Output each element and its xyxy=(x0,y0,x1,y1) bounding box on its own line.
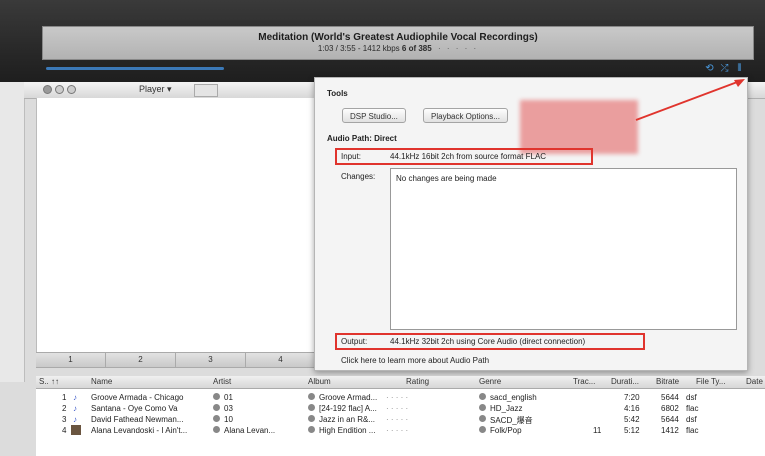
row-album: Groove Armad... xyxy=(319,393,378,402)
row-filetype: dsf xyxy=(686,415,697,424)
col-track[interactable]: Trac... xyxy=(573,377,595,386)
artist-icon xyxy=(213,404,220,411)
album-icon xyxy=(308,415,315,422)
col-date[interactable]: Date xyxy=(746,377,763,386)
table-row[interactable]: 2 ♪ Santana - Oye Como Va 03 [24-192 fla… xyxy=(36,403,765,414)
row-rating[interactable]: · · · · · xyxy=(386,415,408,424)
row-filetype: flac xyxy=(686,404,699,413)
row-genre: HD_Jazz xyxy=(490,404,523,413)
row-album: Jazz in an R&... xyxy=(319,415,376,424)
row-artist: Alana Levan... xyxy=(224,426,276,435)
music-note-icon: ♪ xyxy=(73,404,77,413)
row-duration: 5:42 xyxy=(624,415,640,424)
album-icon xyxy=(308,393,315,400)
row-name: Santana - Oye Como Va xyxy=(91,404,178,413)
genre-icon xyxy=(479,426,486,433)
row-bitrate: 5644 xyxy=(661,415,679,424)
tracks-table: S.. ↑↑ Name Artist Album Rating Genre Tr… xyxy=(36,376,765,456)
row-name: Alana Levandoski - I Ain't... xyxy=(91,426,188,435)
row-rating[interactable]: · · · · · xyxy=(386,393,408,402)
table-row[interactable]: 1 ♪ Groove Armada - Chicago 01 Groove Ar… xyxy=(36,392,765,403)
table-row[interactable]: 4 Alana Levandoski - I Ain't... Alana Le… xyxy=(36,425,765,436)
col-genre[interactable]: Genre xyxy=(479,377,501,386)
row-rating[interactable]: · · · · · xyxy=(386,426,408,435)
artist-icon xyxy=(213,393,220,400)
artist-icon xyxy=(213,415,220,422)
table-row[interactable]: 3 ♪ David Fathead Newman... 10 Jazz in a… xyxy=(36,414,765,425)
col-rating[interactable]: Rating xyxy=(406,377,429,386)
row-number: 2 xyxy=(62,404,67,413)
row-bitrate: 6802 xyxy=(661,404,679,413)
row-album: High Endition ... xyxy=(319,426,376,435)
col-artist[interactable]: Artist xyxy=(213,377,231,386)
row-number: 1 xyxy=(62,393,67,402)
row-bitrate: 5644 xyxy=(661,393,679,402)
row-filetype: flac xyxy=(686,426,699,435)
genre-icon xyxy=(479,415,486,422)
row-name: David Fathead Newman... xyxy=(91,415,184,424)
row-number: 3 xyxy=(62,415,67,424)
row-rating[interactable]: · · · · · xyxy=(386,404,408,413)
row-genre: sacd_english xyxy=(490,393,537,402)
row-bitrate: 1412 xyxy=(661,426,679,435)
col-duration[interactable]: Durati... xyxy=(611,377,639,386)
row-duration: 5:12 xyxy=(624,426,640,435)
row-artist: 10 xyxy=(224,415,233,424)
row-track: 11 xyxy=(593,426,602,435)
row-duration: 7:20 xyxy=(624,393,640,402)
genre-icon xyxy=(479,393,486,400)
col-sort[interactable]: S.. ↑↑ xyxy=(39,377,59,386)
row-album: [24-192 flac] A... xyxy=(319,404,377,413)
artist-icon xyxy=(213,426,220,433)
col-filetype[interactable]: File Ty... xyxy=(696,377,726,386)
row-number: 4 xyxy=(62,426,67,435)
music-note-icon: ♪ xyxy=(73,393,77,402)
table-header: S.. ↑↑ Name Artist Album Rating Genre Tr… xyxy=(36,376,765,389)
row-filetype: dsf xyxy=(686,393,697,402)
album-art-thumbnail xyxy=(71,425,81,435)
col-album[interactable]: Album xyxy=(308,377,331,386)
col-bitrate[interactable]: Bitrate xyxy=(656,377,679,386)
row-duration: 4:16 xyxy=(624,404,640,413)
row-genre: Folk/Pop xyxy=(490,426,522,435)
col-name[interactable]: Name xyxy=(91,377,112,386)
album-icon xyxy=(308,404,315,411)
genre-icon xyxy=(479,404,486,411)
row-artist: 03 xyxy=(224,404,233,413)
music-note-icon: ♪ xyxy=(73,415,77,424)
album-icon xyxy=(308,426,315,433)
row-name: Groove Armada - Chicago xyxy=(91,393,184,402)
row-artist: 01 xyxy=(224,393,233,402)
